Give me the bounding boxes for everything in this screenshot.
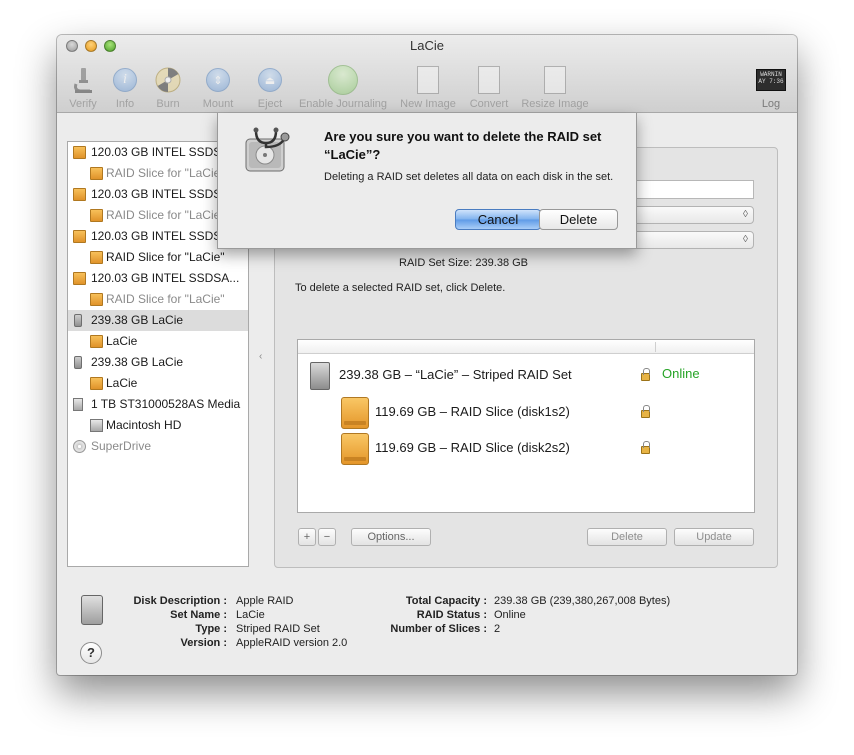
lock-icon <box>641 441 650 454</box>
delete-confirmation-sheet: Are you sure you want to delete the RAID… <box>217 113 637 249</box>
raid-members-list: 239.38 GB – “LaCie” – Striped RAID Set O… <box>297 339 755 513</box>
raid-slice-row-2[interactable]: 119.69 GB – RAID Slice (disk2s2) <box>375 440 570 455</box>
microscope-icon <box>68 65 98 95</box>
journaling-icon <box>328 65 358 95</box>
split-view-handle[interactable]: ‹ <box>259 351 262 362</box>
raid-list-header <box>298 340 754 354</box>
sidebar-item-raid-slice-3[interactable]: RAID Slice for "LaCie" <box>68 247 248 268</box>
new-image-icon <box>417 66 439 94</box>
volume-icon <box>90 377 103 390</box>
burn-icon <box>153 65 183 95</box>
raid-set-icon <box>74 356 82 369</box>
mount-icon: ⇕ <box>206 68 230 92</box>
eject-icon: ⏏ <box>258 68 282 92</box>
sidebar-item-raid-lacie-1[interactable]: 239.38 GB LaCie <box>68 310 248 331</box>
hard-disk-icon <box>341 397 369 429</box>
raid-set-size-value: 239.38 GB <box>475 257 529 269</box>
hard-disk-icon <box>73 272 86 285</box>
version-label: Version : <box>180 637 227 649</box>
disk-description-label: Disk Description : <box>133 595 227 607</box>
cancel-button[interactable]: Cancel <box>455 209 541 230</box>
total-capacity-label: Total Capacity : <box>405 595 487 607</box>
toolbar-convert-button[interactable]: Convert <box>465 65 513 110</box>
raid-slice-row-1[interactable]: 119.69 GB – RAID Slice (disk1s2) <box>375 404 570 419</box>
raid-set-icon <box>81 595 103 625</box>
set-name-label: Set Name : <box>170 609 227 621</box>
update-raid-button[interactable]: Update <box>674 528 754 546</box>
options-button[interactable]: Options... <box>351 528 431 546</box>
convert-icon <box>478 66 500 94</box>
hard-disk-icon <box>73 230 86 243</box>
type-label: Type : <box>195 623 227 635</box>
toolbar-new-image-button[interactable]: New Image <box>397 65 459 110</box>
sidebar-item-volume-lacie-2[interactable]: LaCie <box>68 373 248 394</box>
raid-slice-icon <box>90 209 103 222</box>
raid-set-icon <box>74 314 82 327</box>
raid-set-size: RAID Set Size: 239.38 GB <box>399 257 528 269</box>
raid-status-label: RAID Status : <box>416 609 487 621</box>
title-bar: LaCie Verify i Info Burn ⇕ Mount ⏏ Eject <box>57 35 797 113</box>
remove-raid-member-button[interactable]: − <box>318 528 336 546</box>
sidebar-item-raid-lacie-2[interactable]: 239.38 GB LaCie <box>68 352 248 373</box>
window-title: LaCie <box>410 38 444 53</box>
number-of-slices-label: Number of Slices : <box>390 623 487 635</box>
raid-slice-icon <box>90 167 103 180</box>
optical-disc-icon <box>73 440 86 453</box>
confirm-delete-button[interactable]: Delete <box>539 209 618 230</box>
raid-set-size-label: RAID Set Size: <box>399 257 473 269</box>
raid-slice-icon <box>90 251 103 264</box>
hard-disk-icon <box>73 146 86 159</box>
raid-status-online: Online <box>662 366 700 381</box>
add-raid-member-button[interactable]: + <box>298 528 316 546</box>
lock-icon <box>641 368 650 381</box>
sidebar-item-internal-disk[interactable]: 1 TB ST31000528AS Media <box>68 394 248 415</box>
info-icon: i <box>113 68 137 92</box>
type-value: Striped RAID Set <box>236 623 320 635</box>
toolbar-enable-journaling-button[interactable]: Enable Journaling <box>295 65 391 110</box>
resize-image-icon <box>544 66 566 94</box>
sidebar-item-intel-ssd-4[interactable]: 120.03 GB INTEL SSDSA... <box>68 268 248 289</box>
internal-volume-icon <box>90 419 103 432</box>
delete-raid-button[interactable]: Delete <box>587 528 667 546</box>
number-of-slices-value: 2 <box>494 623 501 635</box>
sidebar-item-volume-lacie-1[interactable]: LaCie <box>68 331 248 352</box>
disk-utility-icon <box>240 125 292 177</box>
toolbar-mount-button[interactable]: ⇕ Mount <box>198 65 238 110</box>
hard-disk-icon <box>341 433 369 465</box>
sheet-message: Deleting a RAID set deletes all data on … <box>324 171 614 183</box>
sidebar-item-superdrive[interactable]: SuperDrive <box>68 436 248 457</box>
help-button[interactable]: ? <box>80 642 102 664</box>
toolbar-burn-button[interactable]: Burn <box>150 65 186 110</box>
toolbar-eject-button[interactable]: ⏏ Eject <box>252 65 288 110</box>
delete-hint-text: To delete a selected RAID set, click Del… <box>295 282 506 294</box>
toolbar-resize-image-button[interactable]: Resize Image <box>518 65 592 110</box>
version-value: AppleRAID version 2.0 <box>236 637 348 649</box>
lock-icon <box>641 405 650 418</box>
sidebar-item-macintosh-hd[interactable]: Macintosh HD <box>68 415 248 436</box>
log-icon: WARNIN AY 7:36 <box>756 69 786 91</box>
total-capacity-value: 239.38 GB (239,380,267,008 Bytes) <box>494 595 671 607</box>
raid-status-value: Online <box>494 609 526 621</box>
hard-disk-icon <box>73 188 86 201</box>
disk-utility-window: LaCie Verify i Info Burn ⇕ Mount ⏏ Eject <box>57 35 797 675</box>
sheet-title: Are you sure you want to delete the RAID… <box>324 129 602 162</box>
internal-disk-icon <box>73 398 83 411</box>
raid-set-icon <box>310 362 330 390</box>
raid-set-row[interactable]: 239.38 GB – “LaCie” – Striped RAID Set <box>339 367 572 382</box>
raid-slice-icon <box>90 293 103 306</box>
set-name-value: LaCie <box>236 609 265 621</box>
sidebar-item-raid-slice-4[interactable]: RAID Slice for "LaCie" <box>68 289 248 310</box>
toolbar-verify-button[interactable]: Verify <box>63 65 103 110</box>
disk-description-value: Apple RAID <box>236 595 294 607</box>
toolbar-info-button[interactable]: i Info <box>109 65 141 110</box>
toolbar-log-button[interactable]: WARNIN AY 7:36 Log <box>754 65 788 110</box>
volume-icon <box>90 335 103 348</box>
